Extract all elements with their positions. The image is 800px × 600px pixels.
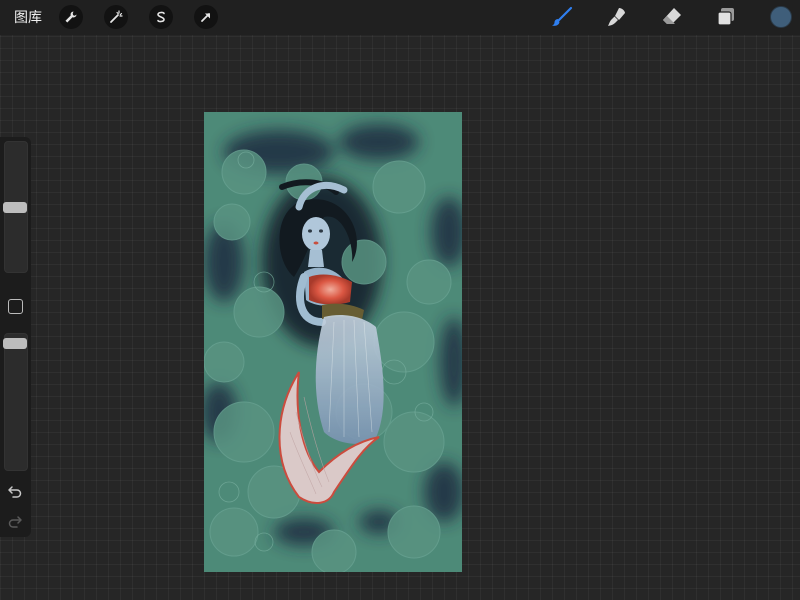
transform-button[interactable] xyxy=(194,5,218,29)
brush-size-thumb[interactable] xyxy=(3,202,27,213)
brush-icon xyxy=(552,6,573,26)
drawing-canvas[interactable] xyxy=(204,112,462,572)
brush-tool-button[interactable] xyxy=(549,4,575,30)
undo-icon[interactable] xyxy=(7,483,23,499)
opacity-slider[interactable] xyxy=(3,333,28,471)
top-toolbar: 图库 xyxy=(0,0,800,35)
wrench-icon xyxy=(65,11,77,23)
redo-icon[interactable] xyxy=(7,513,23,529)
selection-icon xyxy=(157,11,165,23)
smudge-icon xyxy=(608,8,625,26)
layers-button[interactable] xyxy=(713,4,739,30)
selection-button[interactable] xyxy=(149,5,173,29)
layers-icon xyxy=(717,8,734,26)
smudge-tool-button[interactable] xyxy=(604,4,630,30)
opacity-thumb[interactable] xyxy=(3,338,27,349)
magic-wand-icon xyxy=(110,10,123,23)
color-picker-button[interactable] xyxy=(770,6,792,28)
left-sidebar xyxy=(0,137,31,537)
eraser-icon xyxy=(663,8,681,24)
actions-button[interactable] xyxy=(59,5,83,29)
eraser-tool-button[interactable] xyxy=(659,4,685,30)
transform-arrow-icon xyxy=(201,13,210,22)
brush-size-slider[interactable] xyxy=(3,141,28,273)
adjustments-button[interactable] xyxy=(104,5,128,29)
artwork-illustration xyxy=(204,112,462,572)
modify-button[interactable] xyxy=(8,299,23,314)
gallery-button[interactable]: 图库 xyxy=(14,9,42,26)
